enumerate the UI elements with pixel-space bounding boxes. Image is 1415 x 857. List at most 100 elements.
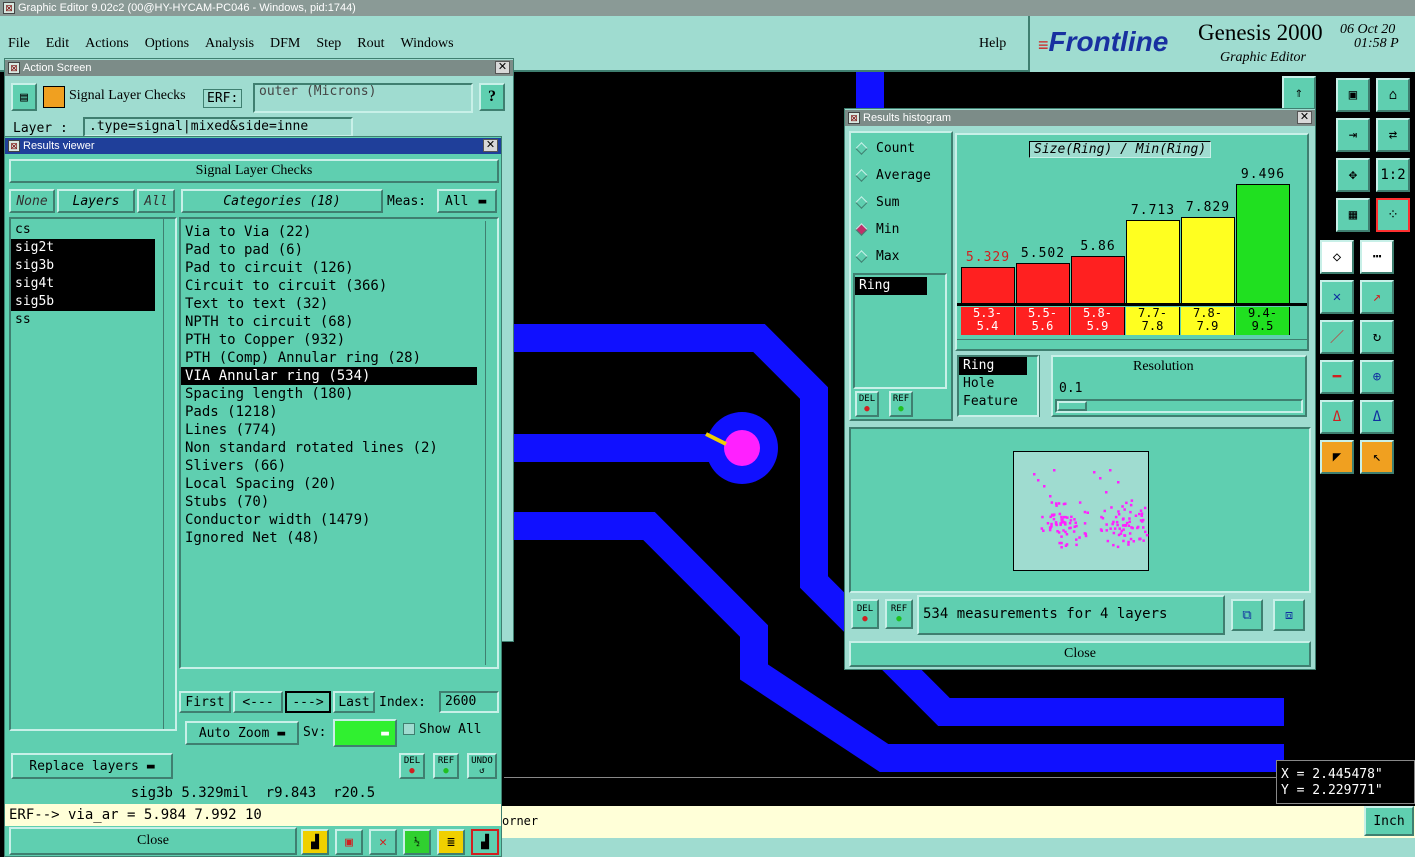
- category-item[interactable]: Circuit to circuit (366): [181, 277, 477, 295]
- via-hole[interactable]: [724, 430, 760, 466]
- category-item[interactable]: Ignored Net (48): [181, 529, 477, 547]
- measure-list[interactable]: Ring: [853, 273, 947, 389]
- preview-del-button[interactable]: DEL ●: [851, 599, 879, 629]
- category-item[interactable]: Pad to pad (6): [181, 241, 477, 259]
- notes-icon[interactable]: ≣: [437, 829, 465, 855]
- menu-item-actions[interactable]: Actions: [85, 36, 129, 52]
- replace-layers-dropdown[interactable]: Replace layers ▬: [11, 753, 173, 779]
- layer-item[interactable]: sig2t: [11, 239, 155, 257]
- layer-item[interactable]: ss: [11, 311, 155, 329]
- category-item[interactable]: Via to Via (22): [181, 223, 477, 241]
- home-icon[interactable]: ⌂: [1376, 78, 1410, 112]
- window-icon[interactable]: ⊠: [8, 62, 20, 74]
- layer-field[interactable]: .type=signal|mixed&side=inne: [83, 117, 353, 137]
- category-item[interactable]: Local Spacing (20): [181, 475, 477, 493]
- close-icon[interactable]: ✕: [495, 61, 510, 74]
- app-icon[interactable]: ⊠: [3, 2, 15, 14]
- histogram-close-button[interactable]: Close: [849, 641, 1311, 667]
- layer-list[interactable]: cs sig2t sig3b sig4t sig5b ss: [9, 217, 177, 731]
- close-icon[interactable]: ✕: [483, 139, 498, 152]
- category-item[interactable]: Slivers (66): [181, 457, 477, 475]
- category-item[interactable]: PTH to Copper (932): [181, 331, 477, 349]
- menu-item-dfm[interactable]: DFM: [270, 36, 300, 52]
- layer-item[interactable]: sig5b: [11, 293, 155, 311]
- histogram-bar[interactable]: [961, 267, 1015, 303]
- layer-item[interactable]: cs: [11, 221, 155, 239]
- half-icon[interactable]: ½: [403, 829, 431, 855]
- toolbar-btn-13[interactable]: ↗: [1360, 280, 1394, 314]
- menu-help[interactable]: Help: [979, 36, 1006, 52]
- prev-button[interactable]: <---: [233, 691, 283, 713]
- histogram-bar[interactable]: [1181, 217, 1235, 303]
- type-list[interactable]: Ring Hole Feature: [957, 355, 1039, 417]
- layers-button[interactable]: Layers: [57, 189, 135, 213]
- preview-map[interactable]: [1013, 451, 1149, 571]
- toolbar-btn-5[interactable]: ⇄: [1376, 118, 1410, 152]
- menu-item-step[interactable]: Step: [316, 36, 341, 52]
- category-item[interactable]: Non standard rotated lines (2): [181, 439, 477, 457]
- erf-field[interactable]: outer (Microns): [253, 83, 473, 113]
- type-item[interactable]: Ring: [959, 357, 1027, 375]
- histogram-bar[interactable]: [1236, 184, 1290, 303]
- grid-icon[interactable]: ▦: [1336, 198, 1370, 232]
- toolbar-btn-15[interactable]: ↻: [1360, 320, 1394, 354]
- category-item[interactable]: Stubs (70): [181, 493, 477, 511]
- action-list-icon[interactable]: ▤: [11, 83, 37, 111]
- category-item[interactable]: Spacing length (180): [181, 385, 477, 403]
- histogram-bar[interactable]: [1071, 256, 1125, 303]
- toolbar-btn-12[interactable]: ✕: [1320, 280, 1354, 314]
- toolbar-btn-19[interactable]: Δ: [1360, 400, 1394, 434]
- undo-button[interactable]: UNDO ↺: [467, 753, 497, 779]
- preview-ref-button[interactable]: REF ●: [885, 599, 913, 629]
- delete-icon[interactable]: ✕: [369, 829, 397, 855]
- export-all-icon[interactable]: ⧈: [1273, 599, 1305, 631]
- next-button[interactable]: --->: [285, 691, 331, 713]
- export-icon[interactable]: ⧉: [1231, 599, 1263, 631]
- bar-chart-icon[interactable]: ▟: [301, 829, 329, 855]
- toolbar-btn-7[interactable]: 1:2: [1376, 158, 1410, 192]
- chart-scrollbar[interactable]: [957, 339, 1307, 349]
- menu-item-analysis[interactable]: Analysis: [205, 36, 254, 52]
- hist-ref-button[interactable]: REF ●: [889, 391, 913, 417]
- histogram-bar[interactable]: [1016, 263, 1070, 303]
- ref-button[interactable]: REF ●: [433, 753, 459, 779]
- unit-button[interactable]: Inch: [1364, 806, 1414, 836]
- category-scrollbar[interactable]: [485, 221, 497, 665]
- help-button[interactable]: ?: [479, 83, 505, 111]
- category-item[interactable]: Lines (774): [181, 421, 477, 439]
- toolbar-btn-4[interactable]: ⇥: [1336, 118, 1370, 152]
- toolbar-btn-18[interactable]: Δ: [1320, 400, 1354, 434]
- toolbar-btn-16[interactable]: ━: [1320, 360, 1354, 394]
- category-item[interactable]: PTH (Comp) Annular ring (28): [181, 349, 477, 367]
- histogram-bar[interactable]: [1126, 220, 1180, 303]
- del-button[interactable]: DEL ●: [399, 753, 425, 779]
- close-icon[interactable]: ✕: [1297, 111, 1312, 124]
- last-button[interactable]: Last: [333, 691, 375, 713]
- meas-dropdown[interactable]: All ▬: [437, 189, 497, 213]
- window-icon[interactable]: ⊠: [848, 112, 860, 124]
- category-item[interactable]: Conductor width (1479): [181, 511, 477, 529]
- toolbar-btn-10[interactable]: ◇: [1320, 240, 1354, 274]
- toolbar-btn-1[interactable]: ⇑: [1282, 76, 1316, 110]
- resolution-slider[interactable]: [1055, 399, 1303, 413]
- mode-radio-count[interactable]: Count: [851, 135, 951, 162]
- show-all-checkbox[interactable]: [403, 723, 415, 735]
- type-item[interactable]: Feature: [959, 393, 1037, 411]
- toolbar-btn-6[interactable]: ✥: [1336, 158, 1370, 192]
- measure-item[interactable]: Ring: [855, 277, 927, 295]
- category-item[interactable]: Pad to circuit (126): [181, 259, 477, 277]
- layer-item[interactable]: sig3b: [11, 257, 155, 275]
- viewer-close-button[interactable]: Close: [9, 827, 297, 855]
- type-scrollbar[interactable]: [1039, 355, 1049, 417]
- menu-item-file[interactable]: File: [8, 36, 30, 52]
- mode-radio-max[interactable]: Max: [851, 243, 951, 270]
- layer-scrollbar[interactable]: [163, 219, 175, 729]
- sv-color-dropdown[interactable]: ▬: [333, 719, 397, 747]
- all-layers-button[interactable]: All: [137, 189, 175, 213]
- menu-item-windows[interactable]: Windows: [401, 36, 454, 52]
- report-icon[interactable]: ▣: [335, 829, 363, 855]
- category-list[interactable]: Via to Via (22) Pad to pad (6) Pad to circ…: [179, 217, 499, 669]
- index-field[interactable]: 2600: [439, 691, 499, 713]
- window-icon[interactable]: ⊠: [8, 140, 20, 152]
- toolbar-btn-14[interactable]: ／: [1320, 320, 1354, 354]
